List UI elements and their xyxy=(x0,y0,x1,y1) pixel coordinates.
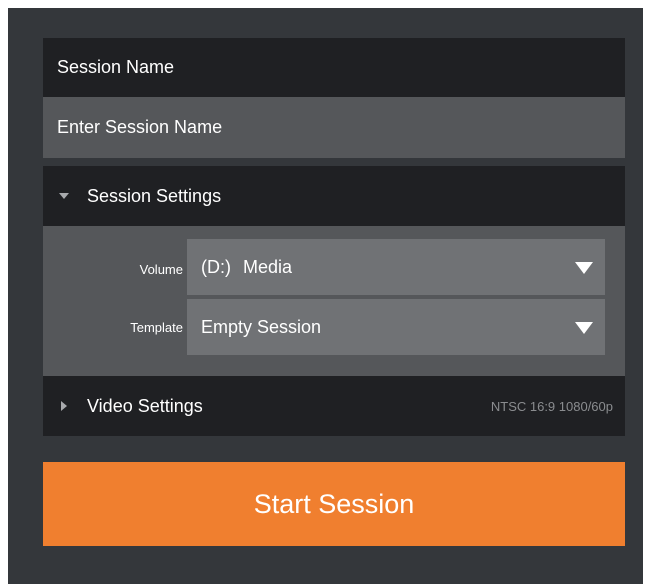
template-value: Empty Session xyxy=(201,316,322,337)
session-name-label: Session Name xyxy=(57,57,175,77)
caret-down-icon xyxy=(575,262,593,274)
volume-drive: (D:) xyxy=(201,256,231,277)
start-session-button[interactable]: Start Session xyxy=(43,462,625,546)
volume-label: Volume xyxy=(139,262,183,277)
volume-dropdown[interactable]: (D:) Media xyxy=(187,239,605,295)
video-settings-header[interactable]: Video Settings NTSC 16:9 1080/60p xyxy=(43,376,625,436)
template-dropdown[interactable]: Empty Session xyxy=(187,299,605,355)
new-session-panel: Session Name Session Settings Volume (D:… xyxy=(8,8,643,584)
session-name-header: Session Name xyxy=(43,38,625,97)
session-settings-title: Session Settings xyxy=(87,185,222,206)
session-settings-header[interactable]: Session Settings xyxy=(43,166,625,226)
chevron-right-icon xyxy=(61,401,67,411)
caret-down-icon xyxy=(575,322,593,334)
template-label: Template xyxy=(130,320,183,335)
volume-name: Media xyxy=(243,256,293,277)
chevron-down-icon xyxy=(59,193,69,199)
session-settings-body: Volume (D:) Media Template Empty Session xyxy=(43,226,625,376)
session-name-input[interactable] xyxy=(43,97,625,158)
video-settings-summary: NTSC 16:9 1080/60p xyxy=(490,398,613,414)
video-settings-title: Video Settings xyxy=(87,395,203,416)
